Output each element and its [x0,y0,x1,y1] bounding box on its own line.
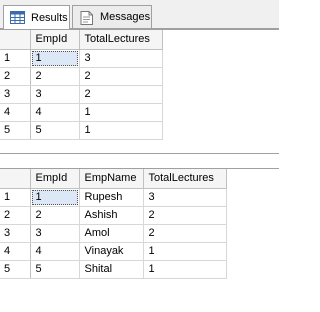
table-cell[interactable]: 3 [79,49,163,68]
row-number[interactable]: 1 [0,188,31,207]
table-row: 2 2 Ashish 2 [0,206,227,225]
header-row: EmpId EmpName TotalLectures [0,169,227,189]
row-number[interactable]: 1 [0,49,31,68]
table-cell[interactable]: 1 [79,103,163,122]
cell-value: 1 [35,191,42,203]
table-cell[interactable]: Amol [79,224,144,243]
table-cell[interactable]: 2 [143,206,227,225]
tab-results-label: Results [31,11,68,24]
table-cell[interactable]: 2 [30,206,80,225]
tab-messages[interactable]: Messages [72,5,152,28]
table-row: 4 4 1 [0,103,163,122]
table-cell[interactable]: 3 [30,85,80,104]
row-number[interactable]: 3 [0,85,31,104]
row-number[interactable]: 5 [0,121,31,140]
table-cell[interactable]: Vinayak [79,242,144,261]
table-cell[interactable]: 4 [30,242,80,261]
result-grid-2-pane: EmpId EmpName TotalLectures 1 1 Rupesh 3… [0,168,279,312]
result-grid-2: EmpId EmpName TotalLectures 1 1 Rupesh 3… [0,169,227,279]
column-header-empid[interactable]: EmpId [30,30,80,50]
table-row: 1 1 Rupesh 3 [0,188,227,207]
table-cell[interactable]: 5 [30,121,80,140]
tab-results[interactable]: Results [3,5,70,29]
table-cell[interactable]: 2 [143,224,227,243]
table-row: 3 3 2 [0,85,163,104]
row-number[interactable]: 2 [0,206,31,225]
table-cell[interactable]: 2 [30,67,80,86]
table-cell[interactable]: Shital [79,260,144,279]
table-cell[interactable]: 3 [143,188,227,207]
column-header-totallectures[interactable]: TotalLectures [79,30,163,50]
header-row: EmpId TotalLectures [0,30,163,50]
results-tabstrip: Results Messages [0,0,279,29]
column-header-empid[interactable]: EmpId [30,169,80,189]
corner-cell[interactable] [0,30,31,50]
result-grid-1: EmpId TotalLectures 1 1 3 2 2 2 3 3 2 4 … [0,30,163,140]
row-number[interactable]: 4 [0,103,31,122]
row-number[interactable]: 3 [0,224,31,243]
tab-messages-label: Messages [100,11,151,23]
row-number[interactable]: 5 [0,260,31,279]
corner-cell[interactable] [0,169,31,189]
table-cell[interactable]: 5 [30,260,80,279]
table-cell[interactable]: Ashish [79,206,144,225]
table-row: 5 5 Shital 1 [0,260,227,279]
messages-icon [79,10,94,25]
result-grid-1-pane: EmpId TotalLectures 1 1 3 2 2 2 3 3 2 4 … [0,29,279,154]
selected-cell[interactable]: 1 [30,188,80,207]
table-cell[interactable]: 2 [79,85,163,104]
table-cell[interactable]: 1 [143,260,227,279]
table-row: 5 5 1 [0,121,163,140]
table-row: 4 4 Vinayak 1 [0,242,227,261]
table-row: 2 2 2 [0,67,163,86]
column-header-empname[interactable]: EmpName [79,169,144,189]
table-cell[interactable]: 2 [79,67,163,86]
table-row: 3 3 Amol 2 [0,224,227,243]
table-cell[interactable]: 1 [143,242,227,261]
column-header-totallectures[interactable]: TotalLectures [143,169,227,189]
table-cell[interactable]: 4 [30,103,80,122]
results-grid-icon [10,11,25,24]
cell-value: 1 [35,52,42,64]
table-row: 1 1 3 [0,49,163,68]
table-cell[interactable]: Rupesh [79,188,144,207]
row-number[interactable]: 4 [0,242,31,261]
selected-cell[interactable]: 1 [30,49,80,68]
table-cell[interactable]: 1 [79,121,163,140]
row-number[interactable]: 2 [0,67,31,86]
table-cell[interactable]: 3 [30,224,80,243]
